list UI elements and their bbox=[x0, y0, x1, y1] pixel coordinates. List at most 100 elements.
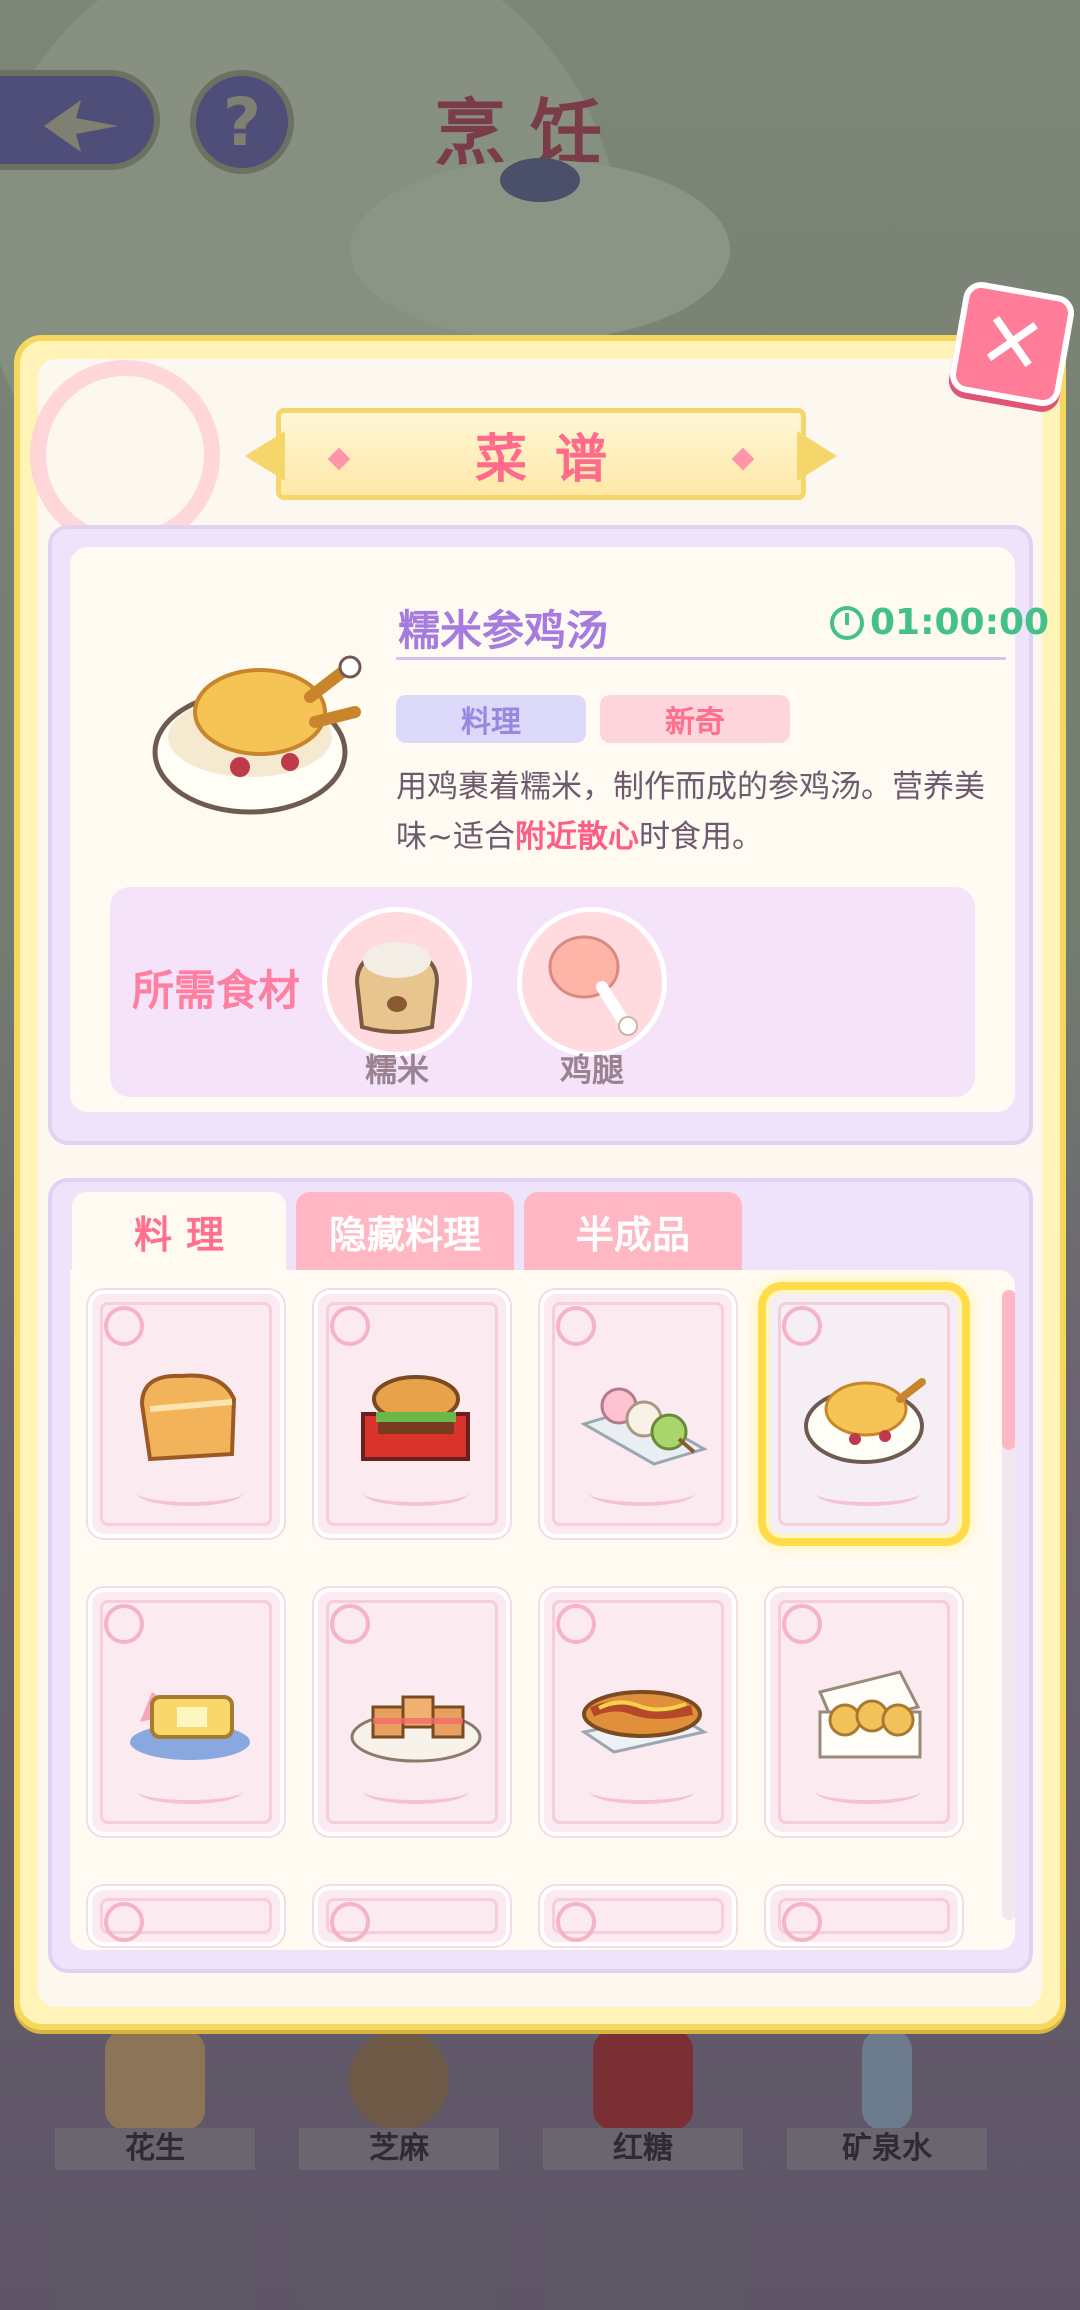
recipe-card[interactable] bbox=[540, 1588, 736, 1836]
sandwich-plate-icon bbox=[350, 1695, 482, 1763]
card-logo-icon bbox=[104, 1902, 144, 1942]
recipe-grid bbox=[88, 1290, 968, 1946]
recipe-card[interactable] bbox=[766, 1588, 962, 1836]
chicken-soup-icon bbox=[152, 655, 362, 815]
recipe-card[interactable] bbox=[766, 1886, 962, 1946]
recipe-card[interactable] bbox=[88, 1588, 284, 1836]
water-bottle-icon bbox=[862, 2030, 912, 2130]
chicken-leg-icon bbox=[517, 907, 667, 1057]
bread-icon bbox=[139, 1373, 237, 1462]
sesame-bag-icon bbox=[349, 2030, 449, 2130]
recipe-card[interactable] bbox=[540, 1886, 736, 1946]
card-logo-icon bbox=[782, 1306, 822, 1346]
tab-dishes[interactable]: 料理 bbox=[72, 1192, 286, 1270]
banner-dot bbox=[731, 447, 755, 471]
toast-icon bbox=[130, 1692, 250, 1760]
card-logo-icon bbox=[782, 1902, 822, 1942]
arrow-left-icon bbox=[44, 100, 118, 152]
peanut-bag-icon bbox=[105, 2030, 205, 2130]
banner-dot bbox=[327, 447, 351, 471]
card-wreath bbox=[815, 1480, 921, 1506]
cooking-logo-icon bbox=[30, 360, 220, 550]
category-tag: 料理 bbox=[396, 695, 586, 743]
recipe-card-selected[interactable] bbox=[766, 1290, 962, 1538]
hotdog-icon bbox=[580, 1690, 708, 1754]
card-wreath bbox=[363, 1778, 469, 1804]
timer-value: 01:00:00 bbox=[870, 602, 1050, 643]
shelf-item-label: 花生 bbox=[55, 2128, 255, 2170]
clock-icon bbox=[830, 605, 864, 640]
recipe-card[interactable] bbox=[314, 1588, 510, 1836]
chicken-leg-graphic bbox=[548, 935, 638, 1036]
close-button[interactable]: ✕ bbox=[947, 279, 1077, 409]
shelf-item-label: 矿泉水 bbox=[787, 2128, 987, 2170]
jar-icon bbox=[299, 2210, 499, 2310]
chicken-soup-icon bbox=[804, 1378, 926, 1464]
shelf-slot bbox=[55, 2210, 255, 2310]
shelf-item[interactable]: 矿泉水 bbox=[787, 2030, 987, 2170]
cook-timer: 01:00:00 bbox=[830, 602, 1049, 643]
shelf-item[interactable]: 红糖 bbox=[543, 2030, 743, 2170]
rice-bag-graphic bbox=[354, 942, 440, 1034]
card-wreath bbox=[815, 1778, 921, 1804]
shelf-item[interactable] bbox=[55, 2210, 255, 2310]
card-wreath bbox=[137, 1480, 243, 1506]
back-button[interactable] bbox=[0, 70, 160, 170]
card-logo-icon bbox=[782, 1604, 822, 1644]
recipe-card[interactable] bbox=[314, 1290, 510, 1538]
help-button[interactable]: ? bbox=[190, 70, 294, 174]
card-wreath bbox=[589, 1778, 695, 1804]
card-logo-icon bbox=[330, 1902, 370, 1942]
recipe-tabs: 料理 隐藏料理 半成品 bbox=[72, 1192, 742, 1272]
recipe-card[interactable] bbox=[88, 1290, 284, 1538]
card-logo-icon bbox=[330, 1306, 370, 1346]
recipe-list-panel: 料理 隐藏料理 半成品 bbox=[48, 1178, 1033, 1973]
ingredient-shelf-row: 花生 芝麻 红糖 矿泉水 bbox=[55, 2030, 1015, 2170]
recipe-card[interactable] bbox=[540, 1290, 736, 1538]
card-logo-icon bbox=[556, 1604, 596, 1644]
tab-hidden-dishes[interactable]: 隐藏料理 bbox=[296, 1192, 514, 1270]
card-logo-icon bbox=[104, 1306, 144, 1346]
card-logo-icon bbox=[104, 1604, 144, 1644]
desc-text-end: 时食用。 bbox=[638, 819, 763, 855]
recipe-description: 用鸡裹着糯米，制作而成的参鸡汤。营养美味~适合附近散心时食用。 bbox=[396, 762, 996, 862]
novelty-tag: 新奇 bbox=[600, 695, 790, 743]
burger-icon bbox=[361, 1375, 470, 1461]
brown-sugar-bag-icon bbox=[593, 2030, 693, 2130]
recipe-card[interactable] bbox=[314, 1886, 510, 1946]
ingredients-label: 所需食材 bbox=[132, 966, 301, 1015]
dialog-title-banner: 菜谱 bbox=[276, 408, 806, 500]
rice-bag-icon bbox=[322, 907, 472, 1057]
pot-lid-image bbox=[350, 158, 730, 340]
card-logo-icon bbox=[556, 1902, 596, 1942]
shelf-item[interactable]: 花生 bbox=[55, 2030, 255, 2170]
divider bbox=[396, 657, 1006, 660]
ingredients-box: 所需食材 糯米 鸡腿 bbox=[110, 887, 975, 1097]
scrollbar-thumb[interactable] bbox=[1002, 1290, 1015, 1450]
ingredient-item[interactable]: 糯米 bbox=[322, 907, 472, 1091]
shelf-item[interactable] bbox=[299, 2210, 499, 2310]
recipe-info-panel: 糯米参鸡汤 01:00:00 料理 新奇 用鸡裹着糯米，制作而成的参鸡汤。营养美… bbox=[48, 525, 1049, 1145]
card-wreath bbox=[589, 1480, 695, 1506]
shelf-item[interactable] bbox=[543, 2210, 743, 2310]
recipe-scrollbar[interactable] bbox=[1002, 1290, 1015, 1920]
dango-icon bbox=[580, 1387, 708, 1466]
herb-icon bbox=[543, 2210, 743, 2310]
shelf-item-label: 红糖 bbox=[543, 2128, 743, 2170]
card-logo-icon bbox=[330, 1604, 370, 1644]
card-wreath bbox=[363, 1480, 469, 1506]
tab-semi-finished[interactable]: 半成品 bbox=[524, 1192, 742, 1270]
card-wreath bbox=[137, 1778, 243, 1804]
card-logo-icon bbox=[556, 1306, 596, 1346]
buns-box-icon bbox=[817, 1670, 922, 1759]
recipe-info-card: 糯米参鸡汤 01:00:00 料理 新奇 用鸡裹着糯米，制作而成的参鸡汤。营养美… bbox=[70, 547, 1049, 1112]
ingredient-item[interactable]: 鸡腿 bbox=[517, 907, 667, 1091]
ingredient-shelf-row bbox=[55, 2210, 1015, 2310]
dialog-title: 菜谱 bbox=[474, 429, 635, 490]
desc-highlight: 附近散心 bbox=[514, 819, 639, 855]
shelf-item[interactable]: 芝麻 bbox=[299, 2030, 499, 2170]
recipe-card[interactable] bbox=[88, 1886, 284, 1946]
recipe-name: 糯米参鸡汤 bbox=[398, 606, 609, 655]
recipe-grid-area bbox=[70, 1270, 1015, 1950]
shelf-item-label: 芝麻 bbox=[299, 2128, 499, 2170]
